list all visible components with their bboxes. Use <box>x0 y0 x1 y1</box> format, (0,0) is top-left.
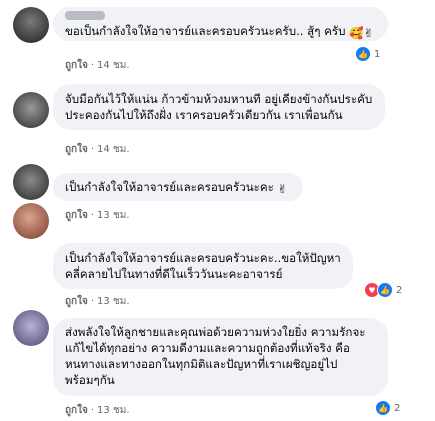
comment-text: ส่งพลังใจให้ลูกชายและคุณพ่อด้วยความห่วงใ… <box>65 324 380 388</box>
comment-text: จับมือกันไว้ให้แน่น ก้าวข้ามห้วงมหานที อ… <box>65 91 377 123</box>
comment-time[interactable]: 13 ชม. <box>97 405 129 416</box>
comment-line: เป็นกำลังใจให้อาจารย์และครอบครัวนะคะ..ขอ… <box>65 251 341 265</box>
avatar[interactable] <box>13 203 49 239</box>
separator: · <box>90 144 95 155</box>
comment-time[interactable]: 13 ชม. <box>97 210 129 221</box>
reaction-count: 2 <box>396 284 403 296</box>
avatar[interactable] <box>13 7 49 43</box>
reaction-count: 2 <box>394 402 401 414</box>
like-button[interactable]: ถูกใจ <box>65 210 88 221</box>
comment-line: ประคองกันไปให้ถึงฝั่ง เราครอบครัวเดียวกั… <box>65 108 343 122</box>
avatar[interactable] <box>13 164 49 200</box>
comment-line: หนทางและทางออกในทุกมิติและปัญหาที่เราเผช… <box>65 357 338 371</box>
author-name[interactable] <box>65 11 105 20</box>
like-button[interactable]: ถูกใจ <box>65 296 88 307</box>
reaction-summary[interactable]: 👍 2 <box>375 400 400 416</box>
separator: · <box>90 210 95 221</box>
comment-line: พร้อมๆกัน <box>65 373 115 387</box>
comment-text: เป็นกำลังใจให้อาจารย์และครอบครัวนะคะ..ขอ… <box>65 250 345 282</box>
comment-bubble: เป็นกำลังใจให้อาจารย์และครอบครัวนะคะ ✌ <box>53 173 303 201</box>
separator: · <box>90 405 95 416</box>
comment-actions: ถูกใจ · 14 ชม. <box>65 58 130 73</box>
comment-line: เป็นกำลังใจให้อาจารย์และครอบครัวนะคะ <box>65 180 274 194</box>
comment-bubble: ขอเป็นกำลังใจให้อาจารย์และครอบครัวนะครับ… <box>53 7 388 41</box>
comment-time[interactable]: 14 ชม. <box>97 60 129 71</box>
victory-hand-emoji: ✌ <box>363 26 374 40</box>
avatar[interactable] <box>13 310 49 346</box>
comment-actions: ถูกใจ · 13 ชม. <box>65 403 130 418</box>
reaction-summary[interactable]: 👍 1 <box>355 46 380 62</box>
like-reaction-icon: 👍 <box>377 282 393 298</box>
comment-line: แก้ไขได้ทุกอย่าง ความดีงามและความถูกต้อง… <box>65 341 350 355</box>
victory-hand-emoji: ✌ <box>277 182 288 196</box>
comment-time[interactable]: 14 ชม. <box>97 144 129 155</box>
comment-actions: ถูกใจ · 14 ชม. <box>65 142 130 157</box>
like-reaction-icon: 👍 <box>375 400 391 416</box>
comment-bubble: ส่งพลังใจให้ลูกชายและคุณพ่อด้วยความห่วงใ… <box>53 318 388 396</box>
like-button[interactable]: ถูกใจ <box>65 144 88 155</box>
comment-actions: ถูกใจ · 13 ชม. <box>65 294 130 309</box>
separator: · <box>90 296 95 307</box>
comment-time[interactable]: 13 ชม. <box>97 296 129 307</box>
comment-actions: ถูกใจ · 13 ชม. <box>65 208 130 223</box>
comment-line: ขอเป็นกำลังใจให้อาจารย์และครอบครัวนะครับ… <box>65 24 346 38</box>
reaction-count: 1 <box>374 48 381 60</box>
like-button[interactable]: ถูกใจ <box>65 60 88 71</box>
comment-line: คลี่คลายไปในทางที่ดีในเร็ววันนะคะอาจารย์ <box>65 267 283 281</box>
comment-bubble: เป็นกำลังใจให้อาจารย์และครอบครัวนะคะ..ขอ… <box>53 243 353 289</box>
comment-line: ส่งพลังใจให้ลูกชายและคุณพ่อด้วยความห่วงใ… <box>65 325 366 339</box>
comment-line: จับมือกันไว้ให้แน่น ก้าวข้ามห้วงมหานที อ… <box>65 92 373 106</box>
comment-text: ขอเป็นกำลังใจให้อาจารย์และครอบครัวนะครับ… <box>65 23 380 41</box>
reaction-summary[interactable]: ♥ 👍 2 <box>364 282 402 298</box>
smiling-face-hearts-emoji: 🥰 <box>349 26 364 40</box>
like-reaction-icon: 👍 <box>355 46 371 62</box>
comment-bubble: จับมือกันไว้ให้แน่น ก้าวข้ามห้วงมหานที อ… <box>53 84 385 130</box>
like-button[interactable]: ถูกใจ <box>65 405 88 416</box>
comment-text: เป็นกำลังใจให้อาจารย์และครอบครัวนะคะ ✌ <box>65 179 295 197</box>
avatar[interactable] <box>13 92 49 128</box>
separator: · <box>90 60 95 71</box>
